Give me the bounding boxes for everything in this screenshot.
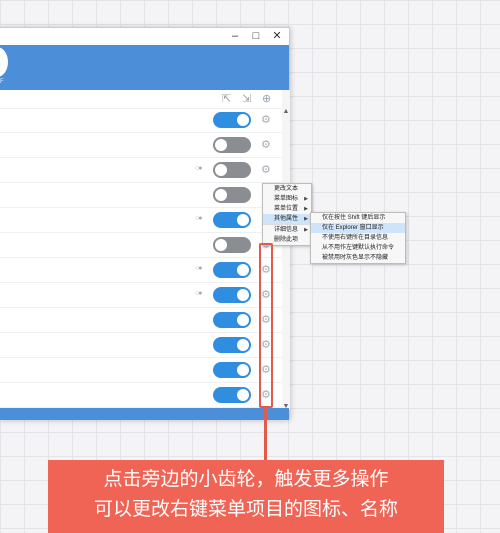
list-item: ⚙ [0,133,282,158]
enable-toggle[interactable] [213,362,251,378]
toggle-knob [237,264,249,276]
status-dots-icon: ○● [195,215,203,222]
enable-toggle[interactable] [213,162,251,178]
chevron-right-icon: ▶ [304,206,308,212]
avatar [0,47,8,77]
enable-toggle[interactable] [213,237,251,253]
export-icon[interactable]: ⇱ [222,92,231,105]
callout-pointer [264,408,267,460]
list-item: ⚙ [0,358,282,383]
list-item: ⚙ [0,183,282,208]
list-item: ○●⚙ [0,208,282,233]
toggle-knob [215,189,227,201]
status-dots-icon: ○● [195,165,203,172]
list-item: ⚙ [0,308,282,333]
toggle-knob [237,289,249,301]
menu-item-change-text[interactable]: 更改文本 [263,184,311,194]
scrollbar[interactable]: ▲ ▼ [282,90,290,410]
scroll-up-icon[interactable]: ▲ [282,108,290,115]
submenu-item-never-default[interactable]: 从不用作左键默认执行命令 [311,243,405,253]
toggle-knob [215,139,227,151]
toggle-knob [237,214,249,226]
submenu-item-shift-only[interactable]: 仅在按住 Shift 键后显示 [311,213,405,223]
enable-toggle[interactable] [213,287,251,303]
list-item: ⚙ [0,233,282,258]
enable-toggle[interactable] [213,187,251,203]
maximize-button[interactable]: □ [247,28,265,45]
toolbar: ⇱ ⇲ ⊕ [0,90,282,109]
app-header: F [0,45,289,90]
callout-box: 点击旁边的小齿轮，触发更多操作 可以更改右键菜单项目的图标、名称 [48,460,444,533]
list-item: ⚙ [0,383,282,408]
toggle-knob [237,389,249,401]
toggle-knob [237,314,249,326]
chevron-right-icon: ▶ [304,196,308,202]
toggle-knob [237,114,249,126]
callout-line-1: 点击旁边的小齿轮，触发更多操作 [103,469,389,490]
status-dots-icon: ○● [195,265,203,272]
list-item: ○●⚙ [0,283,282,308]
context-menu: 更改文本 菜单图标 ▶ 菜单位置 ▶ 其他属性 ▶ 详细信息 ▶ 删除此项 [262,183,312,246]
gear-icon[interactable]: ⚙ [261,113,271,127]
submenu-item-no-dir-info[interactable]: 不使用右键所在目录信息 [311,233,405,243]
app-window: – □ ✕ F ⇱ ⇲ ⊕ ⚙⚙○●⚙⚙○●⚙⚙○●⚙○●⚙⚙⚙⚙⚙ ▲ ▼ [0,27,290,420]
gear-icon[interactable]: ⚙ [261,138,271,152]
list-item: ○● ⚙ [0,158,282,183]
status-bar [0,408,289,420]
toggle-knob [237,364,249,376]
menu-item-list: ⚙⚙○●⚙⚙○●⚙⚙○●⚙○●⚙⚙⚙⚙⚙ [0,108,282,408]
enable-toggle[interactable] [213,337,251,353]
enable-toggle[interactable] [213,212,251,228]
menu-item-menu-icon[interactable]: 菜单图标 ▶ [263,194,311,204]
menu-item-other-properties[interactable]: 其他属性 ▶ [263,214,311,224]
enable-toggle[interactable] [213,262,251,278]
chevron-right-icon: ▶ [304,227,308,233]
minimize-button[interactable]: – [226,28,244,45]
submenu-item-gray-when-disabled[interactable]: 被禁用时灰色显示不隐藏 [311,253,405,263]
header-caption: F [0,79,4,85]
title-bar: – □ ✕ [0,28,289,45]
gear-column-highlight [259,243,273,408]
gear-icon[interactable]: ⚙ [261,163,271,177]
enable-toggle[interactable] [213,387,251,403]
close-button[interactable]: ✕ [268,28,286,45]
enable-toggle[interactable] [213,312,251,328]
toggle-knob [215,239,227,251]
menu-item-menu-position[interactable]: 菜单位置 ▶ [263,204,311,214]
list-item: ○●⚙ [0,258,282,283]
import-icon[interactable]: ⇲ [242,92,251,105]
toggle-knob [237,339,249,351]
add-icon[interactable]: ⊕ [262,92,271,105]
status-dots-icon: ○● [195,290,203,297]
list-item: ⚙ [0,333,282,358]
enable-toggle[interactable] [213,137,251,153]
chevron-right-icon: ▶ [304,216,308,222]
toggle-knob [215,164,227,176]
submenu-item-explorer-only[interactable]: 仅在 Explorer 窗口显示 [311,223,405,233]
menu-item-details[interactable]: 详细信息 ▶ [263,224,311,235]
enable-toggle[interactable] [213,112,251,128]
list-item: ⚙ [0,108,282,133]
callout-line-2: 可以更改右键菜单项目的图标、名称 [93,499,398,520]
submenu: 仅在按住 Shift 键后显示 仅在 Explorer 窗口显示 不使用右键所在… [310,212,406,264]
